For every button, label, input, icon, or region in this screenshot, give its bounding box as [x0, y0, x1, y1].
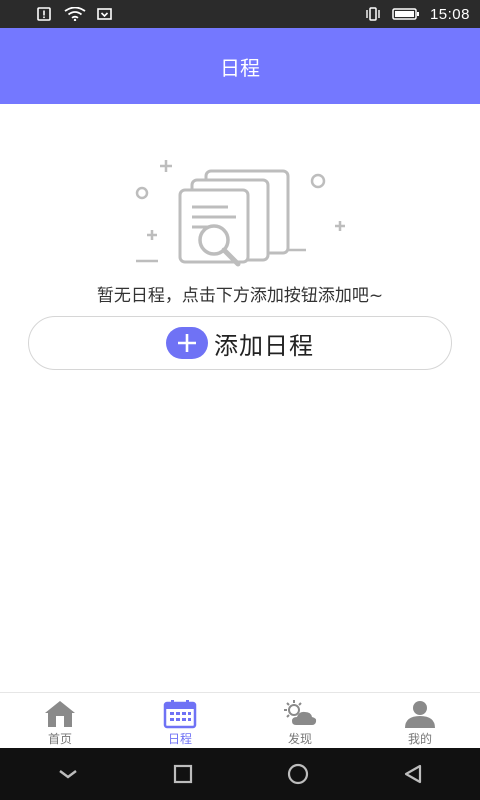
bottom-tab-bar: 首页 日程 发现 我的 [0, 692, 480, 748]
vibrate-icon [366, 7, 380, 21]
tab-mine-label: 我的 [407, 732, 432, 746]
plus-icon [166, 327, 208, 359]
square-icon [173, 764, 192, 784]
battery-icon [392, 8, 419, 20]
weather-icon [284, 700, 317, 725]
main-content: 暂无日程，点击下方添加按钮添加吧~ 添加日程 [0, 104, 480, 692]
person-icon [405, 701, 435, 728]
app-bar: 日程 [0, 28, 480, 104]
status-right: 15:08 [364, 6, 470, 23]
download-icon [97, 8, 112, 20]
wifi-icon [64, 7, 86, 21]
circle-icon [287, 763, 308, 785]
tab-mine[interactable]: 我的 [360, 693, 480, 748]
alert-icon [37, 7, 51, 21]
chevron-down-icon [58, 770, 77, 779]
tab-schedule[interactable]: 日程 [120, 693, 240, 748]
back-triangle-icon [404, 764, 421, 784]
nav-back-button[interactable] [393, 754, 433, 794]
calendar-icon [163, 700, 197, 729]
nav-home-button[interactable] [278, 754, 318, 794]
status-left [36, 7, 114, 21]
nav-recents-button[interactable] [163, 754, 203, 794]
empty-documents-illustration [135, 160, 345, 267]
tab-discover[interactable]: 发现 [240, 693, 360, 748]
status-bar: 15:08 [0, 0, 480, 28]
add-schedule-label: 添加日程 [214, 331, 314, 360]
page-title: 日程 [220, 55, 260, 80]
nav-collapse-button[interactable] [48, 754, 88, 794]
status-time: 15:08 [429, 5, 470, 23]
tab-schedule-label: 日程 [167, 732, 192, 746]
tab-home-label: 首页 [47, 732, 72, 746]
tab-home[interactable]: 首页 [0, 693, 120, 748]
tab-discover-label: 发现 [287, 732, 312, 746]
home-icon [45, 701, 75, 727]
empty-state-message: 暂无日程，点击下方添加按钮添加吧~ [96, 286, 384, 306]
add-schedule-button[interactable]: 添加日程 [28, 316, 452, 370]
system-nav-bar [0, 748, 480, 800]
